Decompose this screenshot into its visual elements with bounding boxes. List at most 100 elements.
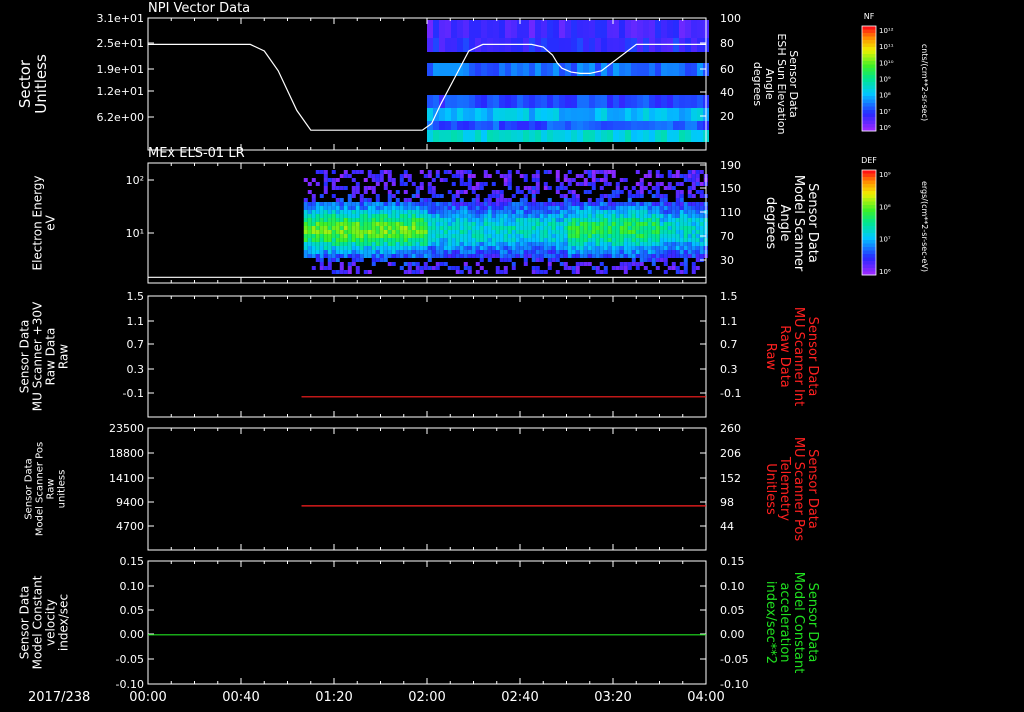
- els-cell: [339, 270, 344, 274]
- els-cell: [667, 226, 672, 230]
- els-cell: [387, 194, 392, 198]
- els-cell: [447, 206, 452, 210]
- els-cell: [691, 186, 696, 190]
- els-cell: [563, 194, 568, 198]
- ylabel-left-line: eV: [44, 214, 58, 230]
- els-cell: [663, 270, 668, 274]
- npi-cell-225: [649, 108, 655, 121]
- els-cell: [527, 206, 532, 210]
- els-cell: [559, 226, 564, 230]
- els-cell: [695, 246, 700, 250]
- els-cell: [659, 214, 664, 218]
- els-cell: [611, 266, 616, 270]
- els-cell: [379, 214, 384, 218]
- ylabel-left-line: Model Constant: [31, 575, 45, 669]
- els-cell: [523, 258, 528, 262]
- npi-cell-204: [523, 108, 529, 121]
- colorbar-2-label: DEF: [861, 156, 877, 165]
- els-cell: [443, 250, 448, 254]
- els-cell: [407, 174, 412, 178]
- els-cell: [379, 174, 384, 178]
- els-cell: [451, 254, 456, 258]
- els-cell: [671, 238, 676, 242]
- els-cell: [463, 242, 468, 246]
- els-cell: [427, 186, 432, 190]
- els-cell: [527, 238, 532, 242]
- els-cell: [327, 230, 332, 234]
- els-cell: [415, 246, 420, 250]
- els-cell: [447, 190, 452, 194]
- left-tick-label: -0.1: [123, 387, 144, 400]
- npi-cell-317: [637, 130, 643, 142]
- npi-cell-130: [643, 63, 649, 76]
- els-cell: [455, 202, 460, 206]
- els-cell: [423, 210, 428, 214]
- els-cell: [331, 186, 336, 190]
- els-cell: [431, 238, 436, 242]
- colorbar-2-tick: 10⁷: [879, 236, 891, 244]
- els-cell: [491, 230, 496, 234]
- time-tick-label: 00:00: [129, 690, 166, 705]
- els-cell: [495, 202, 500, 206]
- els-cell: [371, 254, 376, 258]
- els-cell: [583, 246, 588, 250]
- els-cell: [551, 230, 556, 234]
- els-cell: [499, 246, 504, 250]
- els-cell: [671, 206, 676, 210]
- els-cell: [483, 218, 488, 222]
- npi-cell-100: [463, 63, 469, 76]
- date-label: 2017/238: [28, 690, 90, 705]
- els-cell: [695, 226, 700, 230]
- els-cell: [379, 242, 384, 246]
- els-cell: [443, 230, 448, 234]
- els-cell: [539, 210, 544, 214]
- els-cell: [563, 186, 568, 190]
- els-cell: [575, 230, 580, 234]
- els-cell: [559, 194, 564, 198]
- els-cell: [675, 234, 680, 238]
- els-cell: [463, 238, 468, 242]
- colorbar-2-segment: [862, 170, 876, 174]
- els-cell: [623, 226, 628, 230]
- els-cell: [443, 234, 448, 238]
- npi-cell-125: [613, 63, 619, 76]
- els-cell: [435, 230, 440, 234]
- els-cell: [635, 262, 640, 266]
- els-cell: [335, 246, 340, 250]
- npi-cell-181: [667, 95, 673, 108]
- els-cell: [503, 246, 508, 250]
- els-cell: [523, 222, 528, 226]
- els-cell: [551, 210, 556, 214]
- els-cell: [551, 218, 556, 222]
- els-cell: [443, 242, 448, 246]
- els-cell: [487, 258, 492, 262]
- els-cell: [311, 254, 316, 258]
- els-cell: [611, 250, 616, 254]
- els-cell: [375, 206, 380, 210]
- els-cell: [319, 214, 324, 218]
- els-cell: [467, 206, 472, 210]
- els-cell: [691, 182, 696, 186]
- els-cell: [327, 266, 332, 270]
- ylabel-right-line: Model Scanner: [791, 175, 806, 272]
- els-cell: [427, 226, 432, 230]
- npi-cell-216: [595, 108, 601, 121]
- els-cell: [347, 218, 352, 222]
- els-cell: [555, 170, 560, 174]
- els-cell: [495, 234, 500, 238]
- els-cell: [635, 254, 640, 258]
- els-cell: [663, 258, 668, 262]
- npi-cell-215: [589, 108, 595, 121]
- els-cell: [559, 250, 564, 254]
- els-cell: [531, 230, 536, 234]
- els-cell: [563, 226, 568, 230]
- npi-cell-267: [619, 121, 625, 130]
- els-cell: [307, 254, 312, 258]
- els-cell: [691, 270, 696, 274]
- els-cell: [335, 230, 340, 234]
- els-cell: [695, 190, 700, 194]
- els-cell: [539, 234, 544, 238]
- colorbar-2-segment: [862, 219, 876, 223]
- els-cell: [603, 206, 608, 210]
- els-cell: [427, 182, 432, 186]
